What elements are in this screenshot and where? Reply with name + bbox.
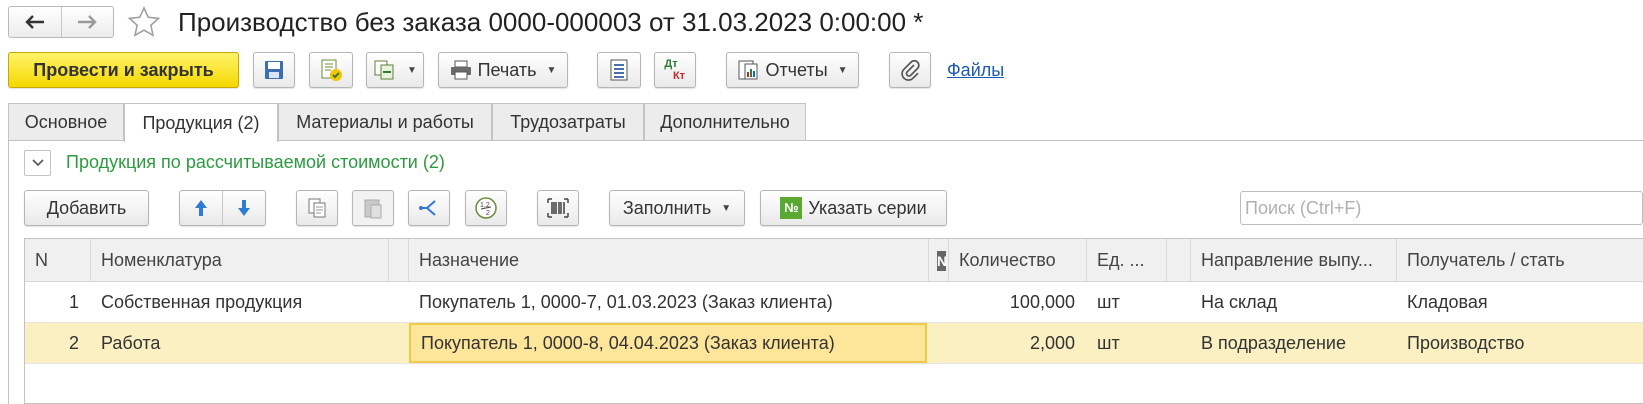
- chevron-down-icon: ▼: [546, 64, 557, 76]
- copy-icon: [308, 198, 326, 218]
- col-n[interactable]: N: [25, 239, 91, 281]
- print-button[interactable]: Печать ▼: [438, 52, 568, 88]
- post-document-icon: [321, 59, 342, 81]
- fill-button[interactable]: Заполнить ▼: [609, 190, 745, 226]
- col-n-extra-label: N: [937, 251, 946, 272]
- forward-button[interactable]: [60, 7, 114, 37]
- cell-nomenclature: Работа: [101, 333, 161, 353]
- arrow-left-icon: [25, 15, 44, 29]
- table-header: N Номенклатура Назначение N Количество Е…: [25, 239, 1643, 282]
- fill-label: Заполнить: [622, 197, 712, 218]
- printer-icon: [450, 60, 471, 80]
- move-buttons: [179, 190, 266, 226]
- cell-unit: шт: [1097, 333, 1120, 353]
- save-button[interactable]: [253, 52, 295, 88]
- col-purpose[interactable]: Назначение: [409, 239, 929, 281]
- tab-labor-costs[interactable]: Трудозатраты: [492, 103, 644, 141]
- col-recipient[interactable]: Получатель / стать: [1397, 239, 1643, 281]
- page-title: Производство без заказа 0000-000003 от 3…: [178, 7, 924, 37]
- kt-label: Кт: [672, 70, 686, 82]
- col-separator: [389, 239, 409, 281]
- cell-recipient: Производство: [1407, 333, 1525, 353]
- col-quantity[interactable]: Количество: [949, 239, 1087, 281]
- chevron-down-icon: ▼: [721, 202, 732, 214]
- copy-row-button[interactable]: [296, 190, 338, 226]
- row-divider: [25, 363, 1643, 364]
- chevron-down-icon: ▼: [407, 64, 417, 76]
- copy-documents-icon: [374, 60, 394, 80]
- col-n-extra[interactable]: N: [929, 239, 949, 281]
- col-direction[interactable]: Направление выпу...: [1191, 239, 1397, 281]
- split-button[interactable]: [408, 190, 450, 226]
- tab-main[interactable]: Основное: [8, 103, 124, 141]
- arrow-up-icon: [195, 200, 207, 216]
- cell-quantity: 100,000: [1009, 292, 1075, 312]
- paste-button[interactable]: [352, 190, 394, 226]
- cell-direction: В подразделение: [1201, 333, 1346, 353]
- specify-series-label: Указать серии: [808, 197, 927, 218]
- table-row[interactable]: 1 Собственная продукция Покупатель 1, 00…: [25, 282, 1643, 322]
- group-title: Продукция по рассчитываемой стоимости (2…: [66, 152, 445, 172]
- list-button[interactable]: [597, 52, 641, 88]
- tab-materials-and-works[interactable]: Материалы и работы: [278, 103, 492, 141]
- report-chart-icon: [738, 60, 758, 80]
- barcode-button[interactable]: [537, 190, 579, 226]
- cell-purpose-focused[interactable]: Покупатель 1, 0000-8, 04.04.2023 (Заказ …: [409, 323, 927, 363]
- specify-series-button[interactable]: № Указать серии: [760, 190, 947, 226]
- list-icon: [610, 59, 628, 81]
- cell-quantity: 2,000: [1029, 333, 1075, 353]
- move-down-button[interactable]: [223, 191, 265, 225]
- nav-buttons: [8, 6, 114, 38]
- table-row-selected[interactable]: 2 Работа Покупатель 1, 0000-8, 04.04.202…: [25, 323, 1643, 363]
- tab-additional[interactable]: Дополнительно: [644, 103, 806, 141]
- arrow-down-icon: [238, 200, 250, 216]
- add-button[interactable]: Добавить: [24, 190, 149, 226]
- search-input[interactable]: Поиск (Ctrl+F): [1240, 191, 1643, 225]
- cell-n: 2: [68, 333, 79, 353]
- files-link[interactable]: Файлы: [947, 52, 1004, 88]
- dt-label: Дт: [664, 58, 678, 70]
- reports-label: Отчеты: [765, 59, 828, 80]
- distribute-button[interactable]: 1,2 2: [465, 190, 507, 226]
- post-and-close-button[interactable]: Провести и закрыть: [8, 52, 239, 88]
- products-table: N Номенклатура Назначение N Количество Е…: [24, 238, 1643, 404]
- star-icon: [127, 6, 161, 37]
- col-unit[interactable]: Ед. ...: [1087, 239, 1167, 281]
- create-based-on-button[interactable]: ▼: [366, 52, 424, 88]
- floppy-disk-icon: [265, 61, 283, 79]
- post-button[interactable]: [309, 52, 353, 88]
- group-collapse-button[interactable]: [24, 150, 51, 176]
- clipboard-icon: [364, 199, 382, 219]
- arrow-right-icon: [78, 15, 97, 29]
- chevron-down-icon: ▼: [837, 64, 848, 76]
- chevron-down-icon: [31, 159, 44, 167]
- cell-n: 1: [68, 292, 79, 312]
- col-separator: [1167, 239, 1191, 281]
- series-number-icon: №: [780, 197, 803, 219]
- cell-unit: шт: [1097, 292, 1120, 312]
- split-icon: [419, 200, 436, 216]
- move-up-button[interactable]: [180, 191, 223, 225]
- tab-products[interactable]: Продукция (2): [124, 103, 278, 142]
- cell-direction: На склад: [1201, 292, 1278, 312]
- dt-kt-button[interactable]: Дт Кт: [654, 52, 696, 88]
- svg-text:2: 2: [486, 210, 490, 217]
- barcode-icon: [547, 198, 569, 218]
- paperclip-icon: [901, 59, 920, 81]
- fraction-icon: 1,22: [475, 197, 497, 219]
- cell-nomenclature: Собственная продукция: [101, 292, 303, 312]
- print-label: Печать: [477, 59, 537, 80]
- col-nomenclature[interactable]: Номенклатура: [91, 239, 389, 281]
- attach-button[interactable]: [889, 52, 931, 88]
- back-button[interactable]: [9, 7, 61, 37]
- favorite-button[interactable]: [126, 6, 162, 38]
- reports-button[interactable]: Отчеты ▼: [726, 52, 859, 88]
- cell-purpose: Покупатель 1, 0000-7, 01.03.2023 (Заказ …: [419, 292, 833, 312]
- cell-recipient: Кладовая: [1407, 292, 1488, 312]
